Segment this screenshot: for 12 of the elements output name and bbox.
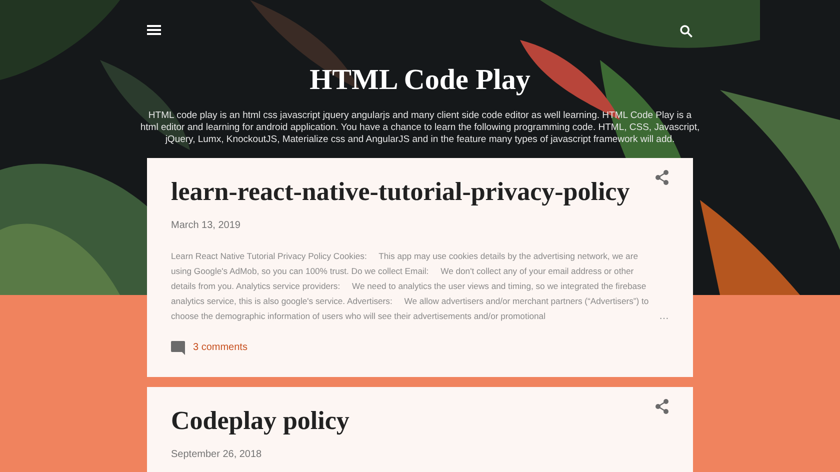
comment-icon bbox=[171, 340, 185, 354]
menu-icon[interactable] bbox=[147, 24, 161, 36]
comments-link[interactable]: 3 comments bbox=[193, 340, 248, 355]
search-icon[interactable] bbox=[679, 24, 693, 38]
share-icon[interactable] bbox=[655, 170, 669, 185]
post-title[interactable]: Codeplay policy bbox=[171, 403, 350, 439]
site-title[interactable]: HTML Code Play bbox=[310, 62, 530, 98]
share-icon[interactable] bbox=[655, 399, 669, 414]
post-date: March 13, 2019 bbox=[171, 219, 242, 233]
post-date: September 26, 2018 bbox=[171, 448, 263, 462]
post-title[interactable]: learn-react-native-tutorial-privacy-policy bbox=[171, 174, 630, 210]
post-snippet: Learn React Native Tutorial Privacy Policy Cookies: This app may use cookies details by the advertising network, we are using Google's AdMob, so you can 100% trust. Do we collect Email: We don't collect any of your email address or other details from you. Analytics service providers: We need to analytics the user views and timing, so we integrated the firebase analytics service, this is also google's service. Advertisers: We allow advertisers and/or merchant partners (“Advertisers”) to choose the demographic information of users who will see their advertisements and/or promotional bbox=[171, 250, 650, 323]
